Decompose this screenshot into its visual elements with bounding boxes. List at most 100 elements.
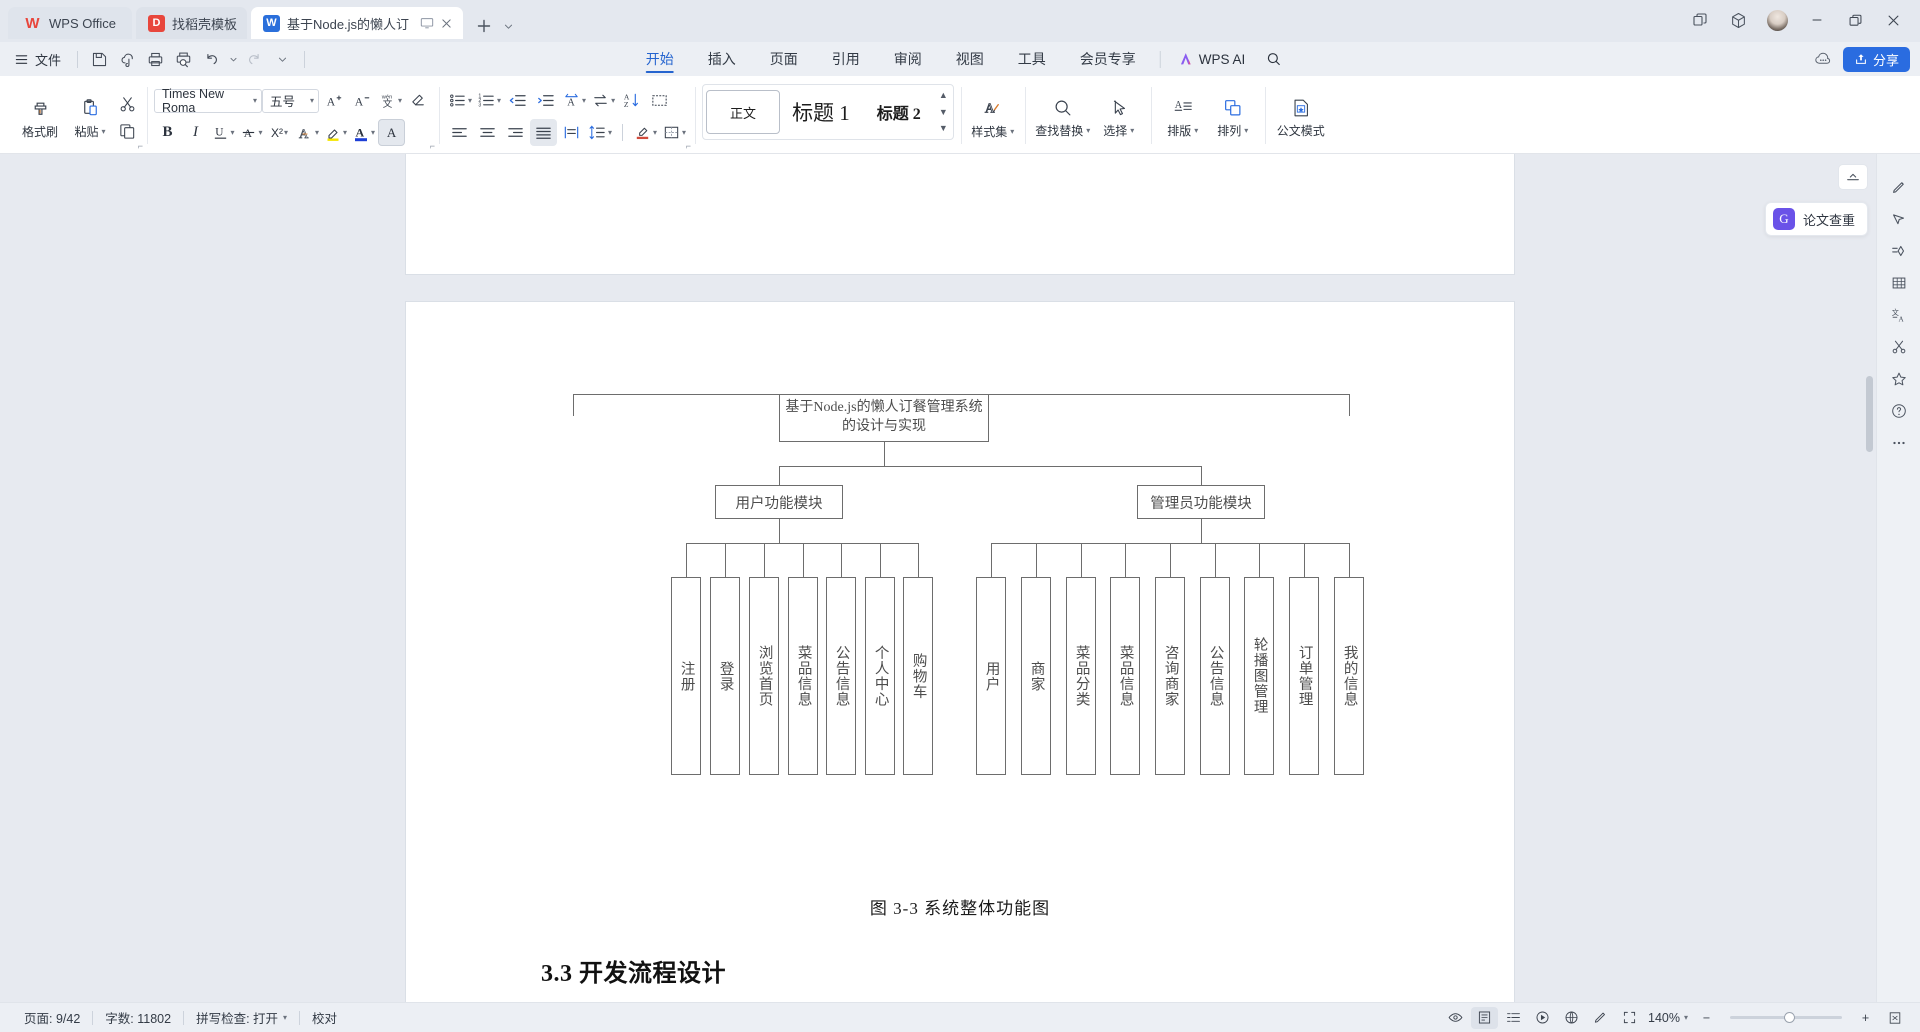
rail-hide-panel-button[interactable] [1838, 164, 1868, 190]
cut-icon[interactable] [115, 92, 140, 116]
clipboard-dialog-launcher[interactable]: ⌐ [138, 141, 143, 151]
bold-button[interactable]: B [154, 119, 181, 146]
insert-table-icon[interactable] [1884, 268, 1914, 298]
font-color-button[interactable]: A ▾ [350, 119, 377, 146]
chevron-down-icon[interactable]: ▾ [315, 128, 319, 137]
paragraph-layout-icon[interactable]: ▾ [589, 87, 617, 114]
bullet-list-icon[interactable]: ▾ [446, 87, 474, 114]
highlight-button[interactable]: ▾ [322, 119, 349, 146]
style-heading-1[interactable]: 标题 1 [780, 90, 862, 134]
style-normal[interactable]: 正文 [706, 90, 781, 134]
align-left-icon[interactable] [446, 119, 473, 146]
chevron-down-icon[interactable]: ▾ [653, 128, 657, 137]
typeset-button[interactable]: A 排版 ▾ [1158, 80, 1208, 153]
monitor-icon[interactable] [420, 16, 434, 30]
chevron-down-icon[interactable]: ▾ [1130, 126, 1134, 135]
chevron-down-icon[interactable]: ▾ [1684, 1013, 1688, 1022]
chevron-down-icon[interactable]: ▾ [582, 96, 586, 105]
italic-button[interactable]: I [182, 119, 209, 146]
undo-dropdown-icon[interactable] [226, 46, 240, 72]
select-button[interactable]: 选择 ▾ [1094, 80, 1144, 153]
cloud-sync-icon[interactable] [114, 46, 141, 72]
arrange-button[interactable]: 排列 ▾ [1208, 80, 1258, 153]
restore-pages-icon[interactable] [1681, 5, 1719, 35]
tab-list-chevron-icon[interactable] [499, 13, 519, 39]
zoom-level[interactable]: 140% ▾ [1645, 1011, 1691, 1025]
document-scrollbar[interactable] [1864, 154, 1875, 1002]
share-button[interactable]: 分享 [1842, 46, 1910, 72]
ribbon-tab-references[interactable]: 引用 [815, 42, 877, 76]
edit-view-icon[interactable] [1587, 1007, 1614, 1029]
align-justify-icon[interactable] [530, 119, 558, 146]
chevron-down-icon[interactable]: ▾ [398, 96, 402, 105]
translate-icon[interactable]: 文A [1884, 300, 1914, 330]
pen-icon[interactable] [1884, 172, 1914, 202]
show-marks-icon[interactable] [646, 87, 673, 114]
ribbon-tab-view[interactable]: 视图 [939, 42, 1001, 76]
star-icon[interactable] [1884, 364, 1914, 394]
chevron-down-icon[interactable]: ▾ [497, 96, 501, 105]
chevron-down-icon[interactable]: ▾ [1086, 126, 1090, 135]
app-home-chip[interactable]: W WPS Office [8, 7, 132, 39]
shrink-font-icon[interactable]: A [348, 87, 375, 114]
maximize-button[interactable] [1836, 5, 1874, 35]
lasso-icon[interactable] [1884, 204, 1914, 234]
ribbon-tab-membership[interactable]: 会员专享 [1063, 42, 1153, 76]
page-count-label[interactable]: 页面: 9/42 [12, 1008, 92, 1027]
increase-indent-icon[interactable] [532, 87, 559, 114]
more-icon[interactable] [1884, 428, 1914, 458]
scrollbar-thumb[interactable] [1866, 376, 1873, 452]
ribbon-tab-page[interactable]: 页面 [753, 42, 815, 76]
close-tab-icon[interactable] [440, 17, 453, 30]
chevron-down-icon[interactable]: ▾ [1244, 126, 1248, 135]
font-size-input[interactable]: 五号 ▾ [262, 88, 319, 113]
document-mode-button[interactable]: 公文模式 [1272, 80, 1330, 153]
decrease-indent-icon[interactable] [504, 87, 531, 114]
minimize-button[interactable] [1798, 5, 1836, 35]
fullscreen-icon[interactable] [1616, 1007, 1643, 1029]
help-icon[interactable] [1884, 396, 1914, 426]
document-scroll-area[interactable]: 基于Node.js的懒人订餐管理系统的设计与实现 用户功能模块 管理员功能模块 [0, 154, 1920, 1002]
underline-button[interactable]: U ▾ [210, 119, 237, 146]
chevron-down-icon[interactable]: ▾ [253, 96, 257, 105]
align-distributed-icon[interactable] [558, 119, 585, 146]
align-right-icon[interactable] [502, 119, 529, 146]
close-button[interactable] [1874, 5, 1912, 35]
copy-icon[interactable] [115, 119, 140, 143]
chevron-down-icon[interactable]: ▾ [468, 96, 472, 105]
chevron-down-icon[interactable]: ▾ [1194, 126, 1198, 135]
shading-icon[interactable]: ▾ [631, 119, 659, 146]
ribbon-tab-home[interactable]: 开始 [629, 42, 691, 76]
page-view-icon[interactable] [1471, 1006, 1498, 1029]
sort-icon[interactable]: AZ [618, 87, 645, 114]
cube-icon[interactable] [1719, 5, 1757, 35]
chevron-down-icon[interactable]: ▾ [608, 128, 612, 137]
zoom-slider-knob[interactable] [1784, 1012, 1795, 1023]
styles-scroll-down-icon[interactable]: ▼ [939, 107, 948, 117]
cloud-status-icon[interactable] [1813, 49, 1833, 69]
web-view-icon[interactable] [1558, 1007, 1585, 1029]
styles-scroll-up-icon[interactable]: ▲ [939, 91, 948, 100]
text-direction-icon[interactable]: A ▾ [560, 87, 588, 114]
clear-formatting-icon[interactable] [405, 87, 432, 114]
chevron-down-icon[interactable]: ▾ [371, 128, 375, 137]
chevron-down-icon[interactable]: ▾ [310, 96, 314, 105]
new-tab-button[interactable] [471, 13, 497, 39]
chevron-down-icon[interactable]: ▾ [230, 128, 234, 137]
paragraph-dialog-launcher[interactable]: ⌐ [686, 141, 691, 151]
zoom-slider[interactable] [1730, 1012, 1842, 1023]
superscript-button[interactable]: X² ▾ [266, 119, 293, 146]
find-replace-button[interactable]: 查找替换 ▾ [1032, 80, 1094, 153]
user-avatar[interactable] [1767, 9, 1788, 31]
font-name-input[interactable]: Times New Roma ▾ [154, 87, 262, 115]
chevron-down-icon[interactable]: ▾ [102, 127, 106, 136]
chevron-down-icon[interactable]: ▾ [283, 1013, 287, 1022]
zoom-out-button[interactable]: − [1693, 1007, 1720, 1029]
tab-template-store[interactable]: D 找稻壳模板 [135, 7, 247, 39]
reading-view-icon[interactable] [1529, 1007, 1556, 1029]
spellcheck-status[interactable]: 拼写检查: 打开 ▾ [184, 1008, 299, 1027]
zoom-in-button[interactable]: + [1852, 1007, 1879, 1029]
print-preview-icon[interactable] [170, 46, 197, 72]
ribbon-tab-review[interactable]: 审阅 [877, 42, 939, 76]
qat-more-chevron-icon[interactable] [269, 46, 296, 72]
